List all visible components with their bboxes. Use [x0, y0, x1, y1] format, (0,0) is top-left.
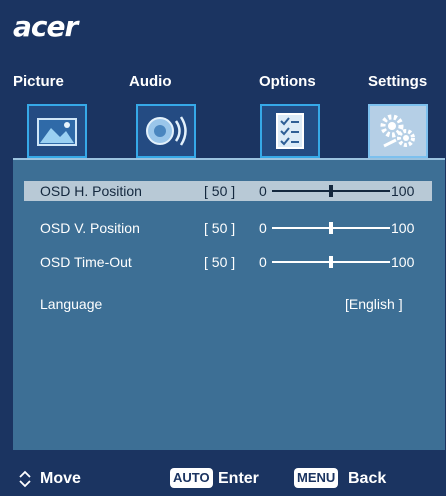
speaker-icon [146, 116, 187, 146]
tab-audio[interactable] [136, 104, 196, 158]
slider-min: 0 [259, 183, 267, 199]
osd-v-position-slider[interactable] [272, 222, 390, 234]
osd-menu: acer Picture Audio Options Settings OSD … [0, 0, 446, 496]
slider-thumb[interactable] [329, 256, 333, 268]
enter-hint: Enter [218, 470, 259, 487]
setting-row-osd-time-out[interactable]: OSD Time-Out [ 50 ] 0 100 [24, 252, 432, 272]
setting-row-osd-v-position[interactable]: OSD V. Position [ 50 ] 0 100 [24, 218, 432, 238]
slider-min: 0 [259, 220, 267, 236]
gears-icon [380, 114, 415, 148]
tab-audio-label[interactable]: Audio [129, 73, 172, 90]
slider-max: 100 [391, 220, 415, 236]
tab-settings-label[interactable]: Settings [368, 73, 427, 90]
slider-max: 100 [391, 183, 415, 199]
language-value[interactable]: [English ] [345, 296, 403, 312]
setting-value: [ 50 ] [204, 220, 236, 236]
back-hint: Back [348, 470, 387, 487]
acer-logo: acer [13, 10, 78, 43]
tab-picture-label[interactable]: Picture [13, 73, 64, 90]
osd-h-position-slider[interactable] [272, 185, 390, 197]
checklist-icon [276, 113, 304, 149]
up-down-arrows-icon [19, 470, 31, 488]
slider-max: 100 [391, 254, 415, 270]
tab-options-label[interactable]: Options [259, 73, 316, 90]
setting-label: OSD H. Position [40, 183, 142, 199]
slider-thumb[interactable] [329, 222, 333, 234]
move-hint: Move [40, 470, 81, 487]
slider-min: 0 [259, 254, 267, 270]
setting-value: [ 50 ] [204, 183, 236, 199]
setting-label: OSD Time-Out [40, 254, 132, 270]
auto-key-badge[interactable]: AUTO [170, 468, 213, 488]
setting-value: [ 50 ] [204, 254, 236, 270]
tab-settings[interactable] [368, 104, 428, 158]
setting-row-osd-h-position[interactable]: OSD H. Position [ 50 ] 0 100 [24, 181, 432, 201]
menu-key-badge[interactable]: MENU [294, 468, 339, 488]
setting-label: OSD V. Position [40, 220, 140, 236]
tab-options[interactable] [260, 104, 320, 158]
osd-time-out-slider[interactable] [272, 256, 390, 268]
slider-thumb[interactable] [329, 185, 333, 197]
picture-icon [37, 118, 77, 146]
tab-picture[interactable] [27, 104, 87, 158]
language-label[interactable]: Language [40, 296, 102, 312]
